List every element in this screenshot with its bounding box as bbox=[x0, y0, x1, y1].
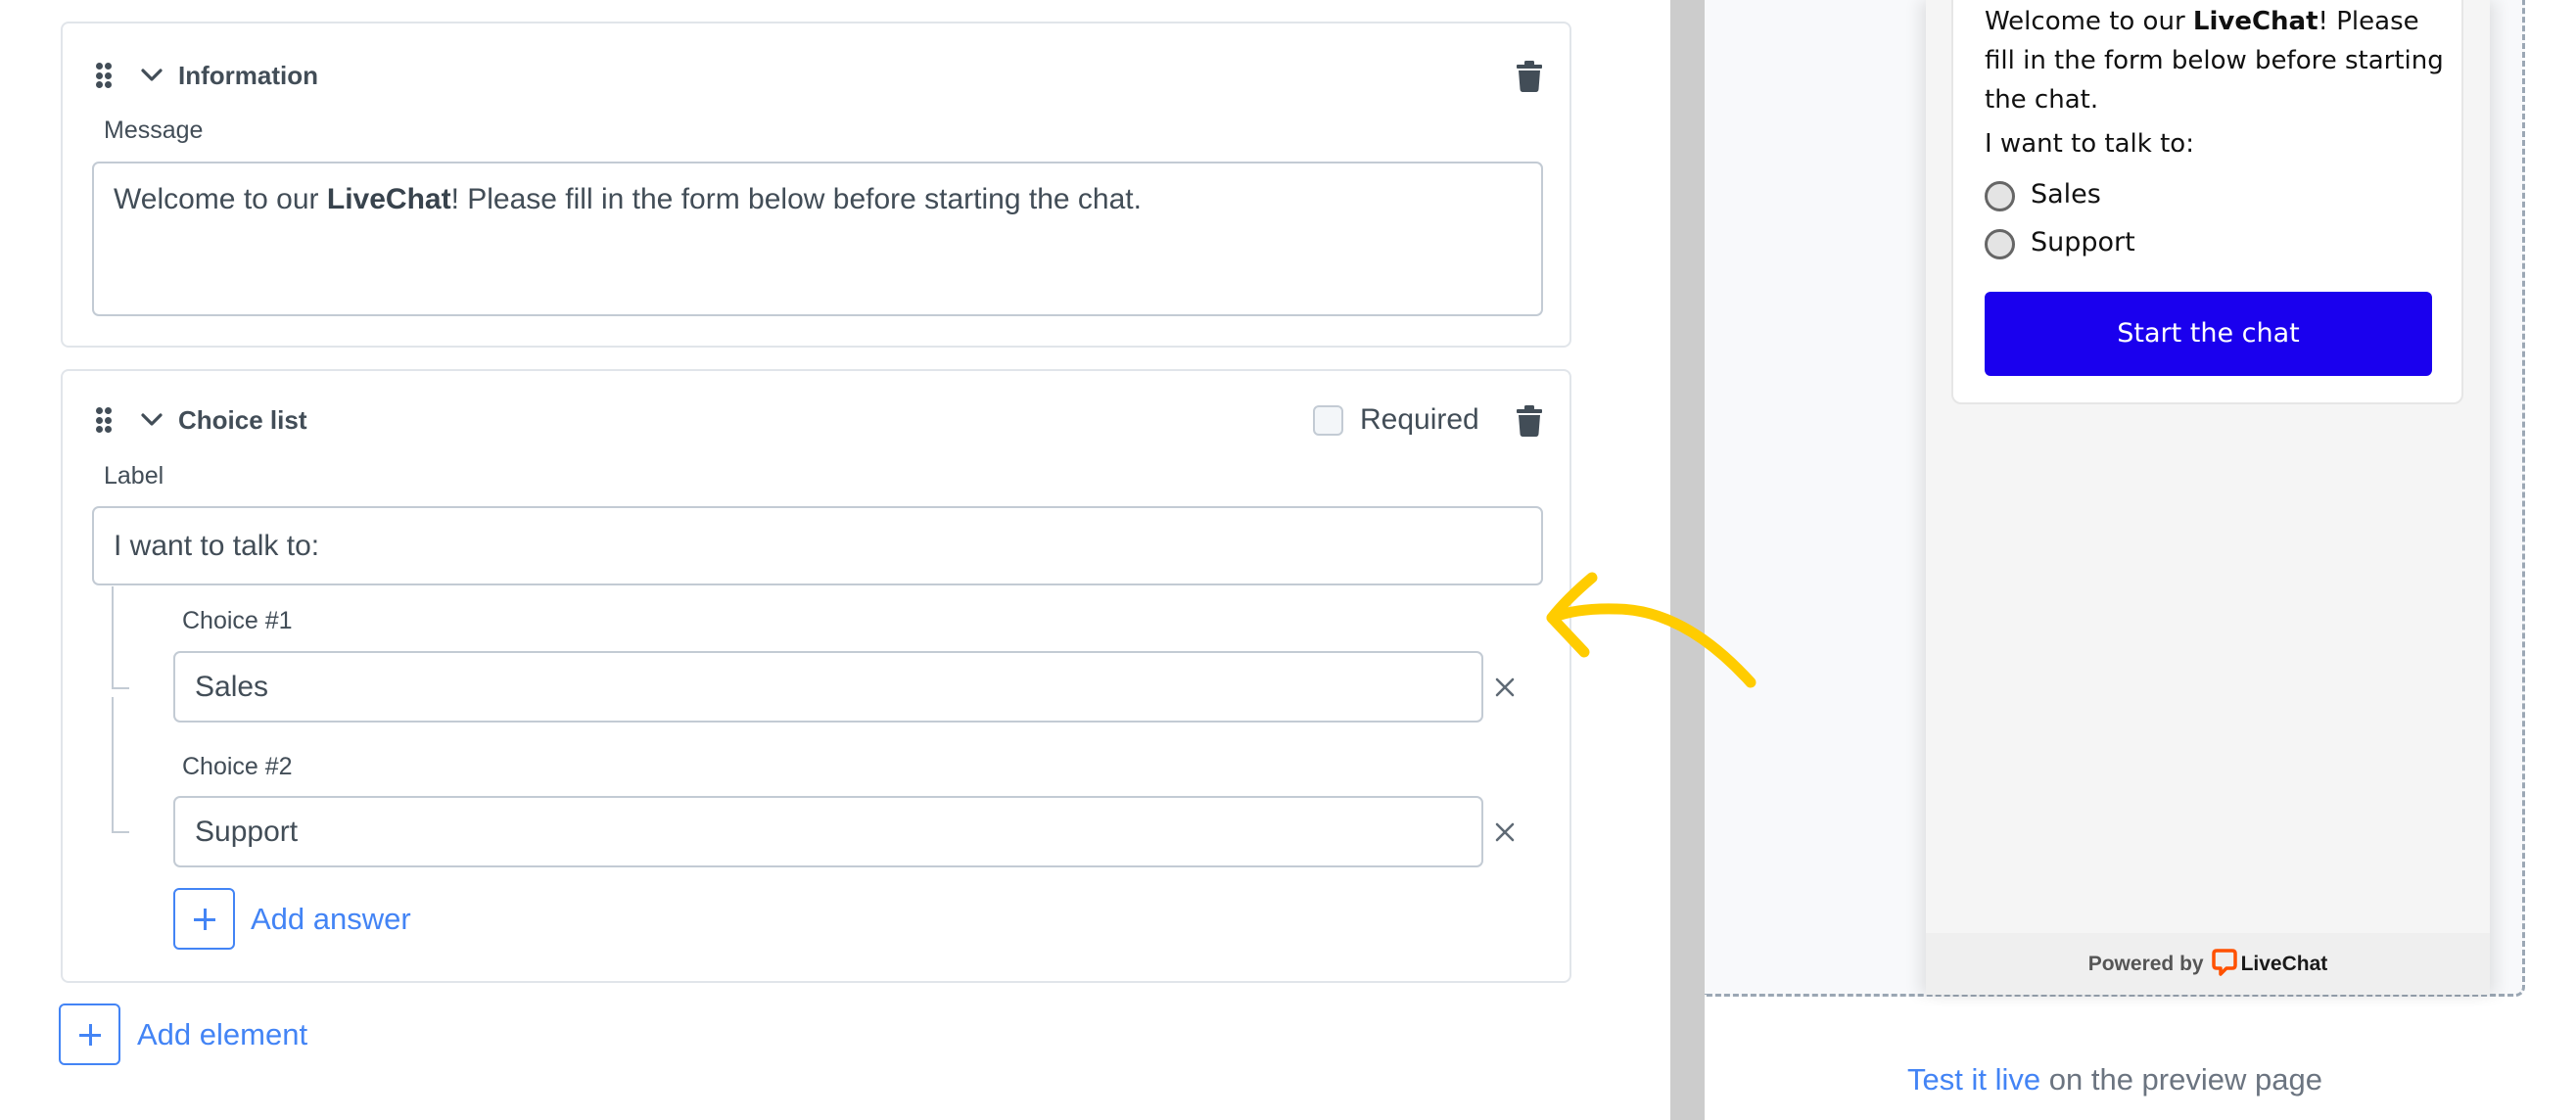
choice-list-element-card: Choice list Required Label I want to tal… bbox=[61, 369, 1571, 983]
test-it-live-link[interactable]: Test it live bbox=[1907, 1062, 2040, 1097]
choice-input[interactable]: Sales bbox=[173, 651, 1483, 723]
tree-connector bbox=[112, 697, 129, 833]
test-it-live-rest: on the preview page bbox=[2040, 1062, 2322, 1097]
radio-button[interactable] bbox=[1985, 229, 2015, 259]
radio-label: Support bbox=[2031, 227, 2135, 257]
tree-connector bbox=[112, 586, 129, 689]
trash-icon[interactable] bbox=[1517, 405, 1542, 437]
chevron-down-icon[interactable] bbox=[141, 413, 163, 427]
chevron-down-icon[interactable] bbox=[141, 69, 163, 82]
preview-welcome-message: Welcome to our LiveChat! Please fill in … bbox=[1985, 2, 2445, 119]
annotation-arrow-icon bbox=[1546, 572, 1756, 688]
close-icon[interactable] bbox=[1494, 821, 1516, 843]
choice-label: Choice #1 bbox=[182, 607, 293, 634]
message-textarea[interactable]: Welcome to our LiveChat! Please fill in … bbox=[92, 162, 1543, 316]
preview-text-bold: LiveChat bbox=[2192, 7, 2318, 36]
message-text-before: Welcome to our bbox=[114, 183, 327, 215]
drag-handle-icon[interactable] bbox=[96, 407, 112, 433]
close-icon[interactable] bbox=[1494, 677, 1516, 698]
test-it-live-note: Test it live on the preview page bbox=[1705, 1062, 2525, 1097]
add-element-button[interactable] bbox=[59, 1003, 120, 1065]
trash-icon[interactable] bbox=[1517, 61, 1542, 92]
add-answer-link[interactable]: Add answer bbox=[251, 902, 411, 937]
message-label: Message bbox=[104, 117, 204, 144]
message-text-bold: LiveChat bbox=[326, 183, 451, 215]
preview-question: I want to talk to: bbox=[1985, 129, 2194, 159]
radio-button[interactable] bbox=[1985, 181, 2015, 211]
preview-text-before: Welcome to our bbox=[1985, 7, 2193, 36]
label-input[interactable]: I want to talk to: bbox=[92, 506, 1543, 585]
radio-label: Sales bbox=[2031, 179, 2101, 210]
card-title: Information bbox=[178, 61, 318, 90]
choice-label: Choice #2 bbox=[182, 753, 293, 780]
information-element-card: Information Message Welcome to our LiveC… bbox=[61, 22, 1571, 348]
chat-widget-preview: Welcome to our LiveChat! Please fill in … bbox=[1926, 0, 2490, 995]
livechat-brand-text: LiveChat bbox=[2240, 953, 2328, 975]
choice-input[interactable]: Support bbox=[173, 796, 1483, 867]
card-title: Choice list bbox=[178, 405, 307, 435]
required-checkbox[interactable] bbox=[1313, 405, 1343, 436]
start-chat-button[interactable]: Start the chat bbox=[1985, 292, 2432, 376]
powered-by-text: Powered by bbox=[2087, 953, 2204, 975]
add-element-link[interactable]: Add element bbox=[137, 1017, 307, 1052]
livechat-logo-icon bbox=[2211, 949, 2237, 977]
required-label: Required bbox=[1360, 403, 1479, 436]
drag-handle-icon[interactable] bbox=[96, 63, 112, 88]
label-field-label: Label bbox=[104, 462, 164, 490]
add-answer-button[interactable] bbox=[173, 888, 235, 950]
prechat-form-card: Welcome to our LiveChat! Please fill in … bbox=[1951, 0, 2463, 404]
powered-by-footer: Powered by LiveChat bbox=[1926, 933, 2490, 995]
message-text-after: ! Please fill in the form below before s… bbox=[450, 183, 1142, 215]
